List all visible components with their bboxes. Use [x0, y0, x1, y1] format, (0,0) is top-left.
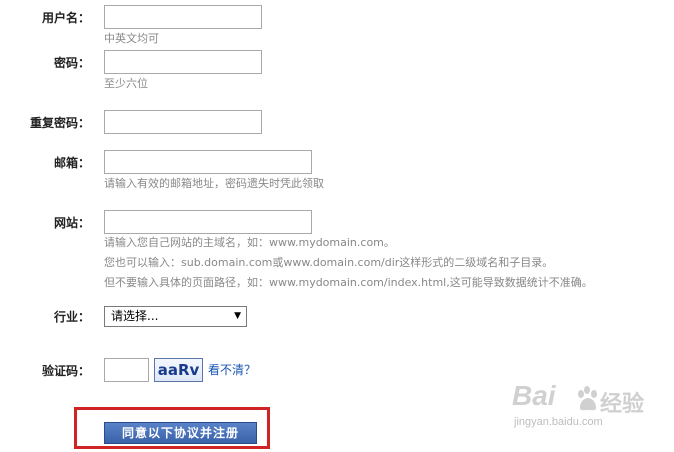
industry-selected-value: 请选择...	[111, 309, 159, 323]
email-label: 邮箱：	[53, 156, 90, 170]
website-input[interactable]	[104, 210, 312, 234]
confirm-password-input[interactable]	[104, 110, 262, 134]
watermark-brand-cn: 经验	[600, 392, 645, 417]
watermark-url: jingyan.baidu.com	[514, 416, 603, 428]
username-input[interactable]	[104, 5, 262, 29]
agree-and-register-button[interactable]: 同意以下协议并注册	[104, 422, 257, 444]
website-hint-1: 请输入您自己网站的主域名，如：www.mydomain.com。	[104, 236, 395, 249]
captcha-image[interactable]: aaRv	[154, 358, 203, 382]
username-hint: 中英文均可	[104, 32, 159, 45]
baidu-jingyan-watermark: Bai 经验 jingyan.baidu.com	[512, 380, 662, 440]
baidu-paw-icon	[578, 386, 597, 411]
password-input[interactable]	[104, 50, 262, 74]
watermark-brand-latin: Bai	[512, 380, 556, 411]
email-input[interactable]	[104, 150, 312, 174]
confirm-password-label: 重复密码：	[29, 116, 90, 130]
industry-select[interactable]: 请选择... ▼	[104, 306, 247, 327]
email-hint: 请输入有效的邮箱地址，密码遗失时凭此领取	[104, 177, 324, 190]
password-label: 密码：	[53, 56, 90, 70]
captcha-label: 验证码：	[41, 364, 90, 378]
captcha-input[interactable]	[104, 358, 149, 382]
website-hint-2: 您也可以输入：sub.domain.com或www.domain.com/dir…	[104, 256, 554, 269]
captcha-refresh-link[interactable]: 看不清？	[208, 363, 256, 377]
website-label: 网站：	[53, 216, 90, 230]
industry-label: 行业：	[53, 310, 90, 324]
website-hint-3: 但不要输入具体的页面路径，如：www.mydomain.com/index.ht…	[104, 276, 593, 289]
dropdown-arrow-icon: ▼	[234, 311, 241, 321]
username-label: 用户名：	[41, 11, 90, 25]
password-hint: 至少六位	[104, 77, 148, 90]
